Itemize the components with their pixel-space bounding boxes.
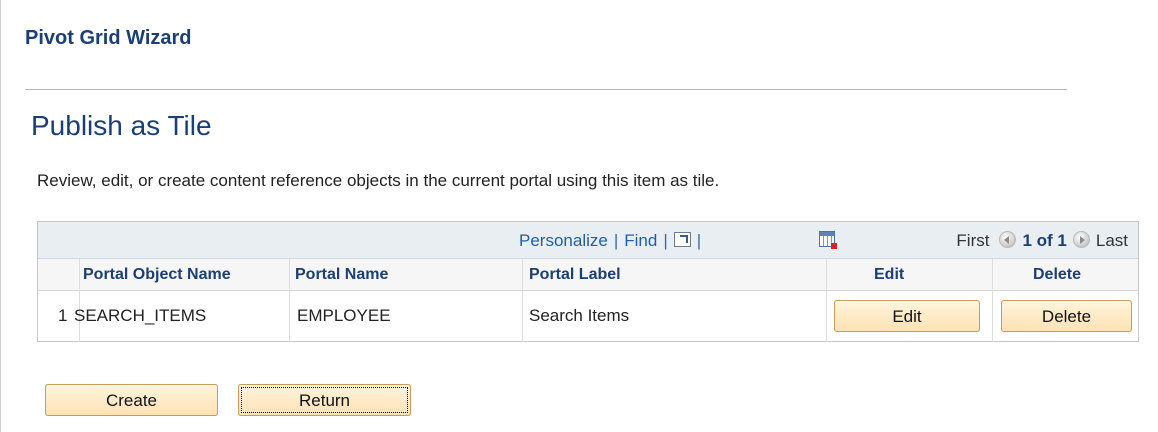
page: Pivot Grid Wizard Publish as Tile Review… [0,0,1158,432]
find-link[interactable]: Find [624,231,657,250]
create-button[interactable]: Create [45,384,218,416]
page-title: Publish as Tile [31,110,212,141]
grid-toolbar-links: Personalize | Find | | [519,231,707,251]
portal-objects-grid: Personalize | Find | | First 1 of 1 Last Porta… [37,221,1139,342]
previous-arrow-icon[interactable] [999,231,1017,248]
grid-header-row: Portal Object Name Portal Name Portal La… [38,259,1138,291]
view-all-icon[interactable] [673,232,691,247]
toolbar-separator: | [663,231,668,250]
pager-last: Last [1095,231,1128,250]
instructions-text: Review, edit, or create content referenc… [37,171,720,190]
next-arrow-icon[interactable] [1072,231,1090,248]
column-header-portal-object-name: Portal Object Name [83,266,231,283]
edit-button[interactable]: Edit [834,300,980,332]
pager-count: 1 of 1 [1022,231,1067,250]
portal-label-cell: Search Items [529,306,630,325]
column-header-portal-name: Portal Name [295,266,389,283]
table-row: 1 SEARCH_ITEMS EMPLOYEE Search Items Edi… [38,291,1138,341]
delete-button[interactable]: Delete [1001,300,1132,332]
personalize-link[interactable]: Personalize [519,231,608,250]
portal-object-name-cell: SEARCH_ITEMS [74,306,207,325]
wizard-title: Pivot Grid Wizard [25,27,192,49]
grid-pager: First 1 of 1 Last [956,231,1128,251]
toolbar-separator: | [613,231,619,250]
row-number: 1 [58,306,68,325]
download-to-excel-icon[interactable] [819,231,837,249]
return-button[interactable]: Return [238,384,411,416]
portal-name-cell: EMPLOYEE [297,306,391,325]
divider [25,89,1067,90]
column-header-edit: Edit [874,266,905,283]
toolbar-separator: | [696,231,702,250]
column-header-portal-label: Portal Label [529,266,621,283]
column-header-delete: Delete [1033,266,1082,283]
grid-toolbar: Personalize | Find | | First 1 of 1 Last [38,222,1138,259]
pager-first: First [956,231,990,250]
